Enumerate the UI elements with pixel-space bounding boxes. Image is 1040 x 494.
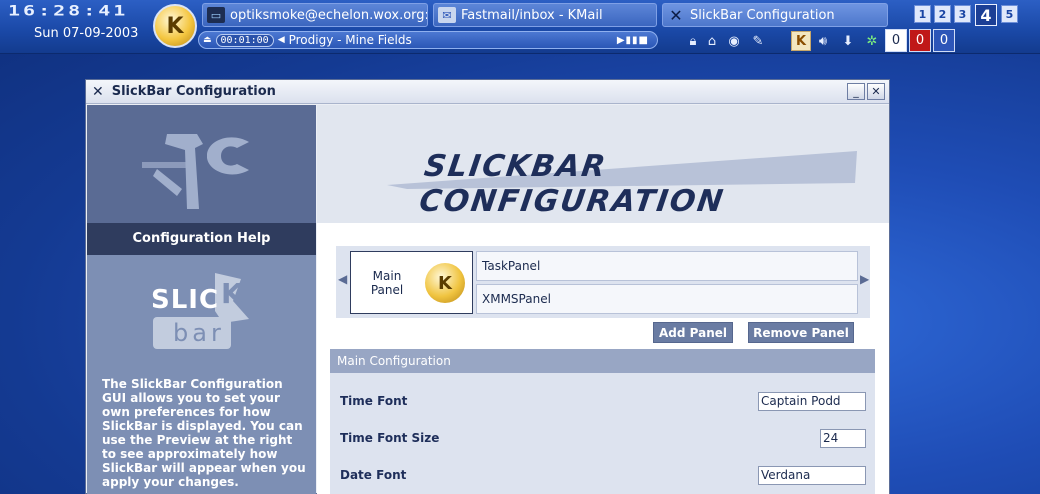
clock: 16:28:41 Sun 07-09-2003 — [6, 2, 156, 50]
main-config-heading: Main Configuration — [330, 349, 875, 373]
banner: SLICKBAR CONFIGURATION — [317, 105, 889, 223]
task-label: optiksmoke@echelon.wox.org: /l — [230, 7, 428, 23]
time-font-input[interactable]: Captain Podd — [758, 392, 866, 411]
logo-text-k: K — [221, 277, 243, 310]
tools-illustration — [87, 105, 316, 223]
logo-text-bar: bar — [173, 319, 225, 347]
task-slickbar-config[interactable]: ✕ SlickBar Configuration — [662, 3, 888, 27]
desktop-3[interactable]: 3 — [954, 5, 971, 23]
scroll-right-icon[interactable]: ▶ — [860, 272, 869, 286]
download-icon[interactable]: ⬇ — [838, 31, 858, 51]
date-font-label: Date Font — [340, 468, 407, 482]
kmenu-button[interactable]: K — [153, 4, 197, 48]
window-title: SlickBar Configuration — [111, 84, 276, 99]
time-font-size-label: Time Font Size — [340, 431, 440, 445]
time-font-label: Time Font — [340, 394, 408, 408]
globe-icon[interactable]: ◉ — [724, 31, 744, 51]
slickbar-config-window: ✕ SlickBar Configuration _ ✕ Configurati… — [85, 79, 890, 494]
clock-time: 16:28:41 — [8, 2, 129, 19]
counter-value: 0 — [886, 30, 906, 51]
task-kmail[interactable]: ✉ Fastmail/inbox - KMail — [433, 3, 657, 27]
previous-icon[interactable]: ◀ — [278, 35, 285, 45]
task-label: SlickBar Configuration — [690, 7, 835, 23]
clock-date: Sun 07-09-2003 — [34, 26, 139, 41]
main-panel-label: Main Panel — [370, 269, 404, 297]
counter-value: 0 — [915, 33, 925, 48]
xmmspanel-preview[interactable]: XMMSPanel — [476, 284, 858, 314]
taskpanel-preview[interactable]: TaskPanel — [476, 251, 858, 281]
kde-logo-icon: K — [425, 263, 465, 303]
kicker-icon[interactable]: K — [791, 31, 811, 51]
main-config-form: Time Font Captain Podd Time Font Size 24… — [330, 373, 875, 494]
terminal-icon: ▭ — [207, 7, 225, 23]
close-button[interactable]: ✕ — [867, 83, 885, 100]
minimize-button[interactable]: _ — [847, 83, 865, 100]
panel-preview: ◀ ▶ Main Panel K TaskPanel XMMSPanel — [336, 246, 870, 318]
main-panel-preview[interactable]: Main Panel K — [350, 251, 473, 314]
x-icon: ✕ — [669, 5, 683, 25]
track-time: 00:01:00 — [215, 33, 274, 47]
home-icon[interactable]: ⌂ — [702, 31, 722, 51]
eject-icon[interactable]: ⏏ — [203, 35, 212, 45]
counter-value: 0 — [939, 33, 949, 48]
task-terminal[interactable]: ▭ optiksmoke@echelon.wox.org: /l — [202, 3, 428, 27]
help-text: The SlickBar Configuration GUI allows yo… — [102, 377, 306, 489]
kde-logo-icon: K — [166, 13, 184, 39]
kmail-icon: ✉ — [438, 7, 456, 23]
paint-icon[interactable]: ✎ — [748, 31, 768, 51]
x-icon: ✕ — [92, 83, 104, 100]
xmms-player: ⏏ 00:01:00 ◀ Prodigy - Mine Fields ▶▮▮■ — [198, 31, 658, 49]
counter-white[interactable]: 0 — [885, 29, 907, 52]
banner-title: SLICKBAR CONFIGURATION — [417, 149, 727, 219]
gear-icon[interactable]: ✲ — [862, 31, 882, 51]
desktop-5[interactable]: 5 — [1001, 5, 1018, 23]
remove-panel-button[interactable]: Remove Panel — [748, 322, 854, 343]
desktop-4[interactable]: 4 — [975, 4, 997, 26]
help-header: Configuration Help — [87, 223, 316, 255]
hammer-wrench-icon — [141, 134, 249, 209]
desktop-2[interactable]: 2 — [934, 5, 951, 23]
task-label: Fastmail/inbox - KMail — [461, 7, 603, 23]
time-font-size-input[interactable]: 24 — [820, 429, 866, 448]
counter-red[interactable]: 0 — [909, 29, 931, 52]
slickbar-panel: 16:28:41 Sun 07-09-2003 K ▭ optiksmoke@e… — [0, 0, 1040, 54]
logo-text-slic: SLIC — [151, 285, 220, 315]
window-titlebar[interactable]: ✕ SlickBar Configuration _ ✕ — [86, 80, 889, 104]
scroll-left-icon[interactable]: ◀ — [338, 272, 347, 286]
config-content: SLICKBAR CONFIGURATION ◀ ▶ Main Panel K … — [317, 105, 889, 494]
add-panel-button[interactable]: Add Panel — [653, 322, 733, 343]
speaker-icon[interactable]: 🔊︎ — [813, 31, 833, 51]
date-font-input[interactable]: Verdana — [758, 466, 866, 485]
track-title: Prodigy - Mine Fields — [288, 33, 412, 47]
playback-controls[interactable]: ▶▮▮■ — [617, 35, 649, 46]
help-sidebar: Configuration Help SLIC K bar The SlickB… — [87, 105, 316, 494]
counter-blue[interactable]: 0 — [933, 29, 955, 52]
desktop-1[interactable]: 1 — [914, 5, 931, 23]
slickbar-logo: SLIC K bar — [145, 271, 255, 353]
lock-icon[interactable]: 🔒︎ — [683, 31, 703, 51]
